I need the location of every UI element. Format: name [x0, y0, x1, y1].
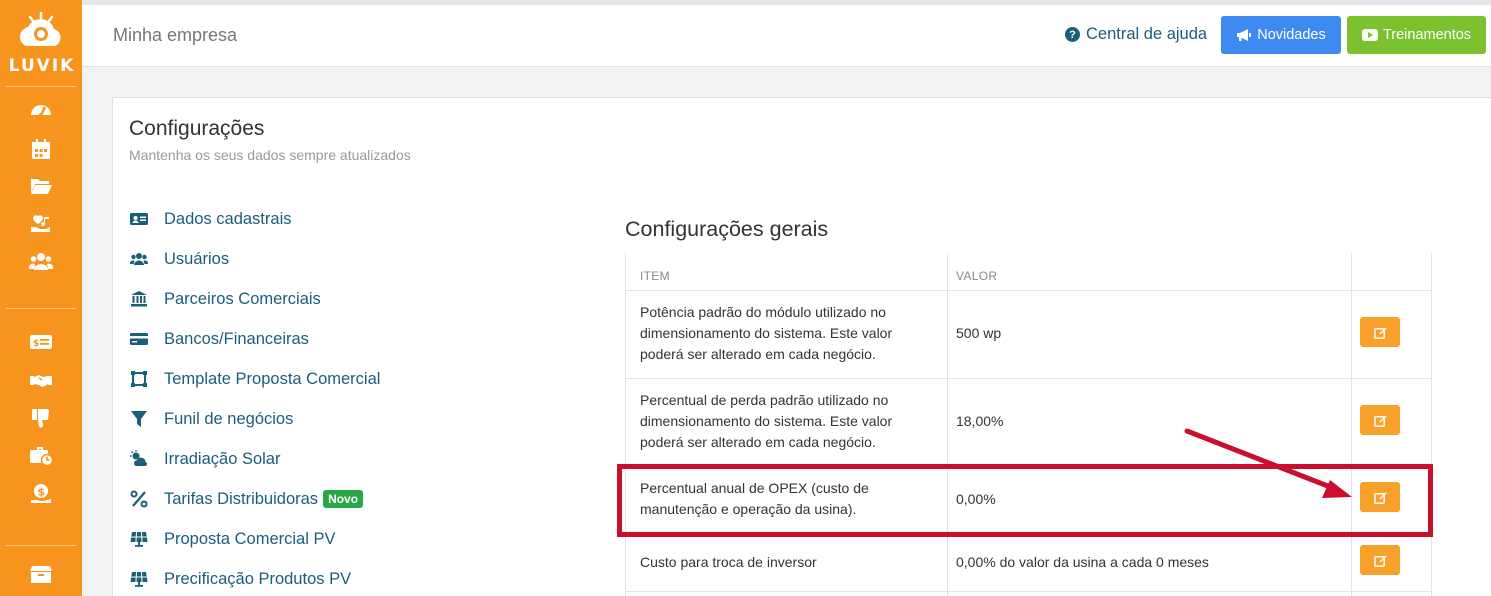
hand-dollar-icon[interactable]: $ [28, 481, 54, 507]
menu-item-label: Irradiação Solar [164, 449, 281, 468]
thumbs-down-icon[interactable] [28, 405, 54, 431]
funnel-icon [129, 409, 149, 429]
menu-item-usuarios[interactable]: Usuários [129, 248, 229, 270]
menu-item-label: Precificação Produtos PV [164, 569, 352, 588]
svg-text:$: $ [38, 486, 46, 499]
sidebar-divider [6, 308, 76, 309]
top-header: Minha empresa ? Central de ajuda Novidad… [82, 0, 1491, 67]
row-item-text: Custo para troca de inversor [640, 554, 817, 570]
sidebar: LUVIK $ $ [0, 0, 82, 596]
sun-cloud-icon [129, 449, 149, 469]
help-center-label: Central de ajuda [1086, 25, 1208, 43]
menu-item-irradiacao-solar[interactable]: Irradiação Solar [129, 448, 280, 470]
table-border [625, 591, 1432, 592]
menu-item-label: Usuários [164, 249, 230, 268]
page-subtitle: Mantenha os seus dados sempre atualizado… [129, 147, 411, 163]
menu-item-label: Dados cadastrais [164, 209, 292, 228]
percent-icon [129, 489, 149, 509]
table-border [625, 253, 626, 596]
box-icon[interactable] [28, 561, 54, 587]
luvik-logo[interactable]: LUVIK [0, 0, 82, 84]
highlight-box [617, 464, 1433, 537]
table-border [1431, 253, 1432, 596]
menu-item-dados-cadastrais[interactable]: Dados cadastrais [129, 208, 291, 230]
menu-item-label: Parceiros Comerciais [164, 289, 321, 308]
menu-item-label: Bancos/Financeiras [164, 329, 309, 348]
training-button-label: Treinamentos [1382, 27, 1472, 43]
calendar-icon[interactable] [28, 136, 54, 162]
help-center-link[interactable]: ? Central de ajuda [1065, 25, 1207, 44]
svg-text:$: $ [33, 339, 39, 349]
edit-button[interactable] [1360, 405, 1400, 435]
sidebar-divider [6, 545, 76, 546]
general-settings-title: Configurações gerais [625, 217, 829, 241]
menu-item-funil-negocios[interactable]: Funil de negócios [129, 408, 293, 430]
row-item-text: Potência padrão do módulo utilizado no d… [640, 304, 893, 362]
menu-item-label: Funil de negócios [164, 409, 294, 428]
bank-icon [129, 289, 149, 309]
briefcase-clock-icon[interactable] [28, 442, 54, 468]
menu-item-bancos-financeiras[interactable]: Bancos/Financeiras [129, 328, 309, 350]
logo-text: LUVIK [8, 56, 76, 76]
question-circle-icon: ? [1065, 27, 1080, 42]
money-bill-icon[interactable]: $ [28, 329, 54, 355]
users-icon [129, 249, 149, 269]
row-value-text: 0,00% do valor da usina a cada 0 meses [956, 554, 1209, 570]
users-icon[interactable] [28, 249, 54, 275]
menu-item-precificacao-produtos-pv[interactable]: Precificação Produtos PV [129, 568, 351, 590]
id-card-icon [129, 209, 149, 229]
edit-button[interactable] [1360, 317, 1400, 347]
table-border [625, 290, 1432, 291]
edit-icon [1373, 414, 1387, 427]
training-button[interactable]: Treinamentos [1347, 16, 1486, 54]
megaphone-icon [1237, 29, 1252, 41]
new-badge: Novo [323, 490, 364, 508]
edit-icon [1373, 326, 1387, 339]
menu-item-template-proposta[interactable]: Template Proposta Comercial [129, 368, 380, 390]
hand-holding-icon[interactable] [28, 211, 54, 237]
youtube-icon [1361, 29, 1378, 41]
page-title: Configurações [129, 117, 265, 140]
row-value-text: 500 wp [956, 325, 1002, 341]
menu-item-proposta-comercial-pv[interactable]: Proposta Comercial PV [129, 528, 336, 550]
company-name: Minha empresa [113, 25, 238, 45]
menu-item-tarifas-distribuidoras[interactable]: Tarifas Distribuidoras Novo [129, 488, 364, 510]
menu-item-label: Tarifas Distribuidoras [164, 489, 319, 508]
column-header-item: ITEM [640, 269, 670, 283]
solar-panel-icon [129, 529, 149, 549]
table-border [947, 253, 948, 596]
credit-card-icon [129, 329, 149, 349]
settings-table: ITEM VALOR Potência padrão do módulo uti… [625, 253, 1432, 596]
edit-icon [1373, 554, 1387, 567]
dashboard-icon[interactable] [28, 97, 54, 123]
solar-panel-icon [129, 569, 149, 589]
news-button-label: Novidades [1257, 27, 1326, 43]
menu-item-label: Proposta Comercial PV [164, 529, 336, 548]
edit-button[interactable] [1360, 545, 1400, 575]
row-item-text: Percentual de perda padrão utilizado no … [640, 392, 893, 450]
column-header-value: VALOR [956, 269, 998, 283]
template-icon [129, 369, 149, 389]
folder-open-icon[interactable] [28, 173, 54, 199]
menu-item-label: Template Proposta Comercial [164, 369, 381, 388]
cloud-sun-logo-icon [19, 11, 61, 46]
handshake-icon[interactable] [28, 367, 54, 393]
row-value-text: 18,00% [956, 413, 1004, 429]
table-border [1351, 253, 1352, 596]
table-border [625, 378, 1432, 379]
sidebar-divider [6, 86, 76, 87]
news-button[interactable]: Novidades [1221, 16, 1341, 54]
menu-item-parceiros-comerciais[interactable]: Parceiros Comerciais [129, 288, 321, 310]
